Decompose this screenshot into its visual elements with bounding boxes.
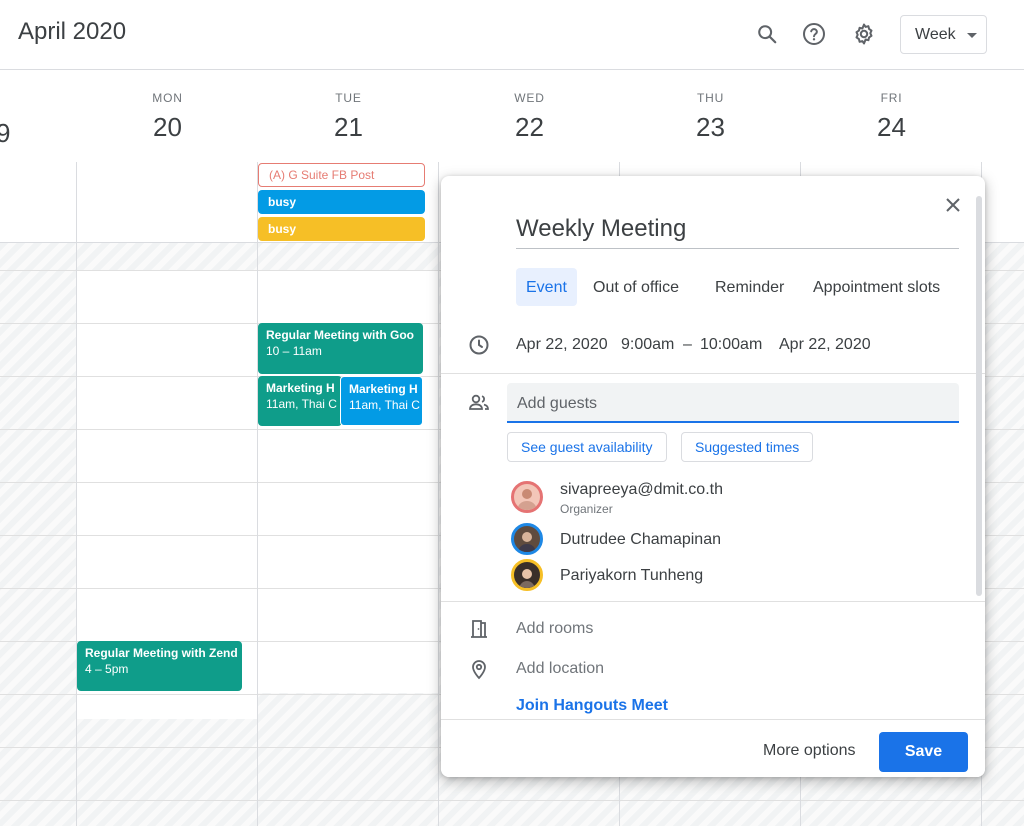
- search-icon[interactable]: [754, 21, 780, 47]
- day-of-week: TUE: [335, 91, 362, 105]
- event-marketing-tue[interactable]: Marketing H 11am, Thai C: [258, 376, 342, 426]
- column-divider: [438, 162, 439, 826]
- end-time[interactable]: 10:00am: [700, 336, 762, 354]
- allday-event-busy[interactable]: busy: [258, 190, 425, 214]
- close-icon[interactable]: [941, 193, 965, 217]
- guest-name: Dutrudee Chamapinan: [560, 531, 721, 548]
- avatar: [511, 523, 543, 555]
- start-time[interactable]: 9:00am: [621, 336, 674, 354]
- month-title: April 2020: [18, 18, 127, 45]
- divider: [441, 601, 985, 602]
- day-number[interactable]: 20: [77, 112, 258, 143]
- event-marketing-tue-2[interactable]: Marketing H 11am, Thai C: [340, 376, 423, 426]
- add-guests-input[interactable]: Add guests: [507, 383, 959, 423]
- avatar: [511, 559, 543, 591]
- end-date[interactable]: Apr 22, 2020: [779, 336, 871, 354]
- start-date[interactable]: Apr 22, 2020: [516, 336, 608, 354]
- add-location[interactable]: Add location: [516, 660, 604, 678]
- day-header-mon[interactable]: MON 20: [77, 70, 258, 143]
- allday-event-busy[interactable]: busy: [258, 217, 425, 241]
- guest-name: Pariyakorn Tunheng: [560, 567, 704, 584]
- door-icon: [467, 617, 491, 641]
- avatar: [511, 481, 543, 513]
- tab-event[interactable]: Event: [516, 268, 577, 306]
- tab-reminder[interactable]: Reminder: [705, 268, 794, 306]
- day-of-week: MON: [152, 91, 183, 105]
- prev-day-partial: 9: [0, 118, 11, 148]
- event-title-input[interactable]: Weekly Meeting: [516, 215, 959, 249]
- event-dialog: Weekly Meeting Event Out of office Remin…: [441, 176, 985, 777]
- event-title: Marketing H: [266, 381, 335, 395]
- day-number[interactable]: 24: [801, 112, 982, 143]
- event-time: 11am, Thai C: [266, 397, 337, 411]
- day-number[interactable]: 21: [258, 112, 439, 143]
- event-time: 10 – 11am: [266, 344, 322, 358]
- day-header-tue[interactable]: TUE 21: [258, 70, 439, 143]
- dialog-scrollbar[interactable]: [976, 196, 982, 596]
- view-select-label: Week: [915, 26, 956, 43]
- divider: [441, 373, 985, 374]
- save-button[interactable]: Save: [879, 732, 968, 772]
- hour-line: [0, 800, 1024, 801]
- tab-out-of-office[interactable]: Out of office: [583, 268, 689, 306]
- time-separator: –: [683, 336, 692, 353]
- event-regular-meeting-tue[interactable]: Regular Meeting with Goo 10 – 11am: [258, 323, 423, 374]
- event-regular-meeting-mon[interactable]: Regular Meeting with Zend 4 – 5pm: [77, 641, 242, 691]
- people-icon: [467, 391, 491, 415]
- event-title: Marketing H: [349, 382, 418, 396]
- event-title: Regular Meeting with Zend: [85, 646, 238, 660]
- see-guest-availability-button[interactable]: See guest availability: [507, 432, 667, 462]
- guest-role: Organizer: [560, 502, 613, 516]
- top-bar: April 2020 Week: [0, 0, 1024, 70]
- location-pin-icon: [467, 657, 491, 681]
- column-divider: [76, 162, 77, 826]
- chevron-down-icon: [967, 33, 977, 38]
- day-of-week: FRI: [880, 91, 903, 105]
- guest-item[interactable]: Dutrudee Chamapinan: [511, 523, 811, 555]
- suggested-times-button[interactable]: Suggested times: [681, 432, 814, 462]
- day-header-thu[interactable]: THU 23: [620, 70, 801, 143]
- tab-appointment-slots[interactable]: Appointment slots: [803, 268, 950, 306]
- clock-icon: [467, 333, 491, 357]
- event-time: 4 – 5pm: [85, 662, 129, 676]
- guest-item[interactable]: Pariyakorn Tunheng: [511, 559, 811, 591]
- view-select[interactable]: Week: [900, 15, 987, 54]
- gear-icon[interactable]: [851, 21, 877, 47]
- allday-event-post[interactable]: (A) G Suite FB Post: [258, 163, 425, 187]
- day-of-week: THU: [696, 91, 725, 105]
- guest-name: sivapreeya@dmit.co.th: [560, 481, 723, 498]
- day-of-week: WED: [514, 91, 545, 105]
- join-hangouts-meet-link[interactable]: Join Hangouts Meet: [516, 697, 668, 715]
- event-title: Regular Meeting with Goo: [266, 328, 415, 342]
- day-header-fri[interactable]: FRI 24: [801, 70, 982, 143]
- event-time: 11am, Thai C: [349, 398, 420, 412]
- column-divider: [257, 162, 258, 826]
- dialog-footer: More options Save: [441, 719, 985, 777]
- day-number[interactable]: 23: [620, 112, 801, 143]
- day-number[interactable]: 22: [439, 112, 620, 143]
- add-rooms[interactable]: Add rooms: [516, 620, 593, 638]
- day-header-wed[interactable]: WED 22: [439, 70, 620, 143]
- guest-item[interactable]: sivapreeya@dmit.co.th Organizer: [511, 481, 811, 516]
- help-icon[interactable]: [801, 21, 827, 47]
- more-options-button[interactable]: More options: [763, 742, 856, 760]
